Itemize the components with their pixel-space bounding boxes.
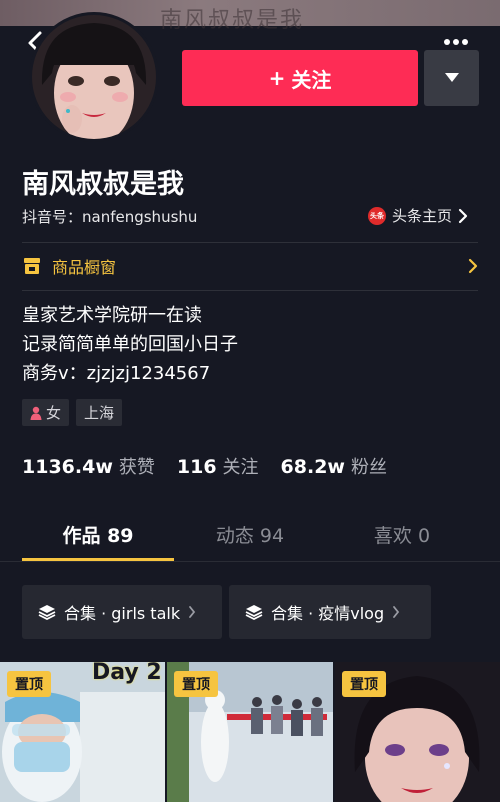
video-title-overlay: Day 2 bbox=[92, 662, 162, 685]
layers-icon bbox=[245, 605, 263, 620]
female-icon bbox=[30, 406, 42, 420]
gender-label: 女 bbox=[46, 404, 62, 422]
shop-window-label: 商品橱窗 bbox=[52, 258, 117, 277]
following-count[interactable]: 116 bbox=[177, 456, 217, 478]
location-tag: 上海 bbox=[76, 399, 123, 426]
pinned-badge: 置顶 bbox=[7, 671, 51, 697]
likes-label: 获赞 bbox=[118, 457, 155, 478]
chevron-right-icon bbox=[189, 606, 196, 618]
cover-ghost-text: 南风叔叔是我 bbox=[160, 8, 305, 33]
video-thumbnail[interactable]: Day 2 置顶 bbox=[0, 662, 165, 802]
pinned-badge: 置顶 bbox=[174, 671, 218, 697]
bio-line: 记录简简单单的回国小日子 bbox=[22, 334, 238, 355]
collection-epidemic-vlog[interactable]: 合集 · 疫情vlog bbox=[229, 585, 431, 639]
shop-icon bbox=[24, 258, 40, 274]
following-label[interactable]: 关注 bbox=[223, 453, 259, 479]
collection-label: 合集 · girls talk bbox=[64, 604, 181, 623]
plus-icon: + bbox=[268, 66, 286, 90]
pinned-badge: 置顶 bbox=[342, 671, 386, 697]
douyin-id[interactable]: 抖音号：nanfengshushu bbox=[22, 206, 197, 227]
chevron-right-icon bbox=[468, 258, 478, 274]
toutiao-homepage-link[interactable]: 头条 头条主页 bbox=[368, 205, 468, 226]
recommend-dropdown-button[interactable] bbox=[424, 50, 479, 106]
chevron-right-icon bbox=[393, 606, 400, 618]
likes-count: 1136.4w bbox=[22, 456, 113, 478]
video-thumbnail[interactable]: 置顶 bbox=[335, 662, 500, 802]
tab-works[interactable]: 作品 89 bbox=[22, 521, 174, 548]
toutiao-logo-icon: 头条 bbox=[368, 206, 386, 225]
follow-label: 关注 bbox=[291, 67, 332, 92]
stats-row: 1136.4w 获赞 116 关注 68.2w 粉丝 bbox=[22, 453, 409, 479]
profile-name: 南风叔叔是我 bbox=[22, 169, 184, 200]
divider bbox=[0, 561, 500, 562]
video-thumbnail[interactable]: 置顶 bbox=[167, 662, 333, 802]
collection-girls-talk[interactable]: 合集 · girls talk bbox=[22, 585, 222, 639]
bio-line: 皇家艺术学院研一在读 bbox=[22, 305, 202, 326]
divider bbox=[22, 290, 478, 291]
location-label: 上海 bbox=[84, 404, 115, 422]
follow-button[interactable]: + 关注 bbox=[182, 50, 418, 106]
avatar[interactable] bbox=[29, 12, 159, 142]
tab-moments[interactable]: 动态 94 bbox=[174, 521, 326, 548]
layers-icon bbox=[38, 605, 56, 620]
chevron-right-icon bbox=[458, 208, 468, 223]
gender-tag: 女 bbox=[22, 399, 70, 426]
bio-line: 商务v：zjzjzj1234567 bbox=[22, 363, 211, 384]
followers-count[interactable]: 68.2w bbox=[281, 456, 345, 478]
avatar-image bbox=[32, 15, 156, 139]
shop-window-row[interactable]: 商品橱窗 bbox=[22, 252, 478, 280]
divider bbox=[22, 242, 478, 243]
followers-label[interactable]: 粉丝 bbox=[351, 453, 387, 479]
toutiao-label: 头条主页 bbox=[392, 207, 453, 225]
tab-likes[interactable]: 喜欢 0 bbox=[326, 521, 478, 548]
caret-down-icon bbox=[444, 73, 459, 82]
collection-label: 合集 · 疫情vlog bbox=[271, 604, 385, 623]
